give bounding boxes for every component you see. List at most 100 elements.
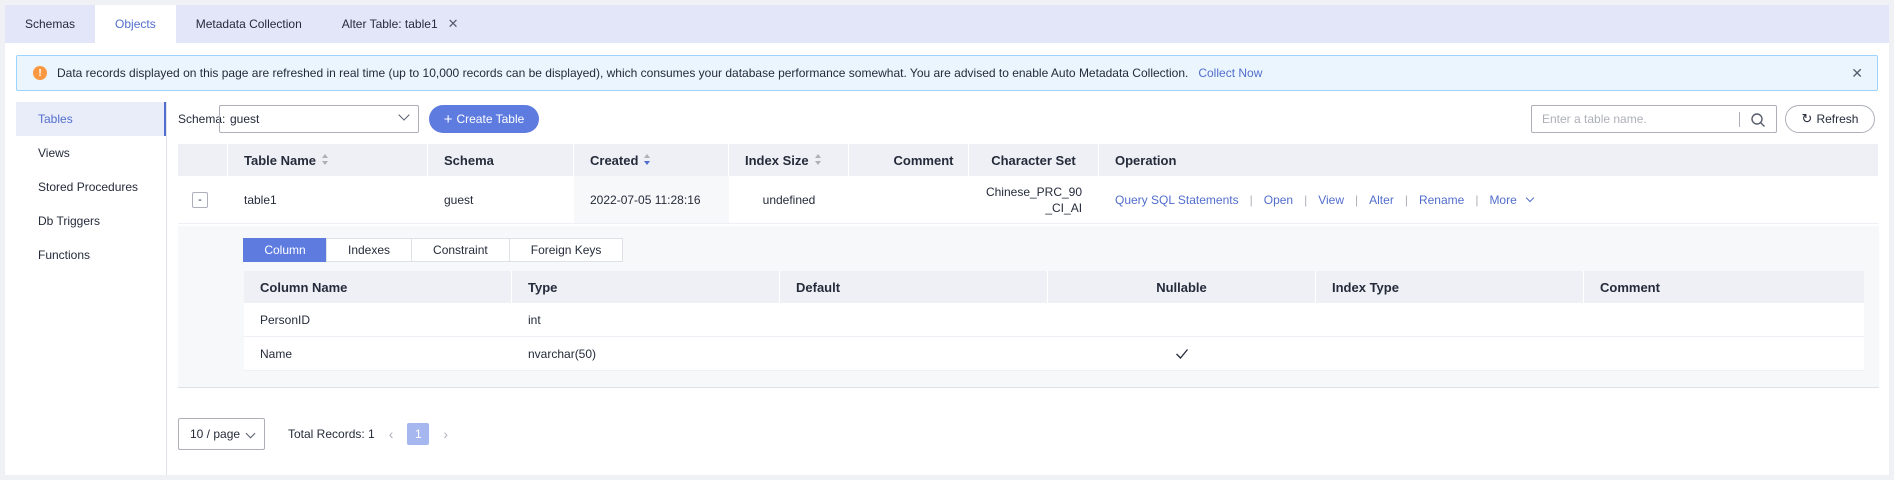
- column-header-character-set: Character Set: [969, 144, 1099, 176]
- header-label: Index Size: [745, 152, 809, 168]
- header-label: Created: [590, 152, 639, 168]
- index-size-value: undefined: [762, 192, 816, 207]
- column-header-default: Default: [780, 271, 1048, 303]
- column-header-created[interactable]: Created: [574, 144, 729, 176]
- close-icon[interactable]: ✕: [1851, 65, 1863, 82]
- schema-select-value: guest: [230, 112, 260, 126]
- sort-icon[interactable]: [322, 154, 329, 166]
- cell-type: nvarchar(50): [528, 346, 597, 361]
- tab-label: Column: [264, 243, 306, 257]
- header-label: Comment: [893, 152, 954, 168]
- schema-select[interactable]: guest: [219, 105, 419, 133]
- view-link[interactable]: View: [1318, 193, 1344, 207]
- cell-index-size: undefined: [729, 176, 849, 223]
- cell-default: [780, 337, 1048, 370]
- column-header-comment: Comment: [849, 144, 969, 176]
- info-notice: ! Data records displayed on this page ar…: [16, 55, 1878, 91]
- search-icon[interactable]: [1750, 112, 1766, 128]
- page-size-select[interactable]: 10 / page: [178, 418, 265, 450]
- app-frame: Schemas Objects Metadata Collection Alte…: [5, 5, 1889, 475]
- plus-icon: +: [443, 110, 453, 128]
- sidebar-item-label: Tables: [38, 112, 73, 126]
- sidebar-item-tables[interactable]: Tables: [16, 102, 166, 136]
- sidebar-item-label: Stored Procedures: [38, 180, 139, 194]
- cell-default: [780, 303, 1048, 336]
- search-divider: [1739, 112, 1740, 127]
- collapse-row-button[interactable]: -: [192, 191, 208, 208]
- column-header-type: Type: [512, 271, 780, 303]
- table-detail-panel: Column Indexes Constraint Foreign Keys C…: [178, 226, 1879, 388]
- charset-value: Chinese_PRC_90 _CI_AI: [986, 184, 1082, 216]
- table-search-input[interactable]: [1542, 112, 1742, 126]
- refresh-button[interactable]: ↻ Refresh: [1785, 105, 1875, 133]
- sidebar-item-label: Views: [38, 146, 70, 160]
- header-label: Schema: [444, 152, 494, 168]
- tab-label: Foreign Keys: [530, 243, 602, 257]
- chevron-down-icon: [245, 428, 256, 439]
- create-table-button[interactable]: + Create Table: [429, 105, 539, 133]
- separator: |: [1304, 192, 1308, 207]
- separator: |: [1475, 192, 1479, 207]
- alter-link[interactable]: Alter: [1369, 193, 1394, 207]
- cell-column-name: PersonID: [260, 312, 311, 327]
- expand-column-header: [178, 144, 228, 176]
- toolbar: Schema: guest + Create Table ↻ Refresh: [173, 105, 1883, 133]
- tab-metadata-collection[interactable]: Metadata Collection: [176, 5, 322, 43]
- cell-column-name: Name: [260, 346, 293, 361]
- more-dropdown[interactable]: More: [1489, 192, 1535, 207]
- tab-indexes[interactable]: Indexes: [326, 238, 413, 262]
- tab-constraint[interactable]: Constraint: [411, 238, 510, 262]
- prev-page-icon[interactable]: ‹: [389, 426, 394, 442]
- sidebar-item-views[interactable]: Views: [16, 136, 166, 170]
- query-sql-link[interactable]: Query SQL Statements: [1115, 193, 1239, 207]
- sidebar-item-functions[interactable]: Functions: [16, 238, 166, 272]
- cell-nullable: [1048, 303, 1316, 336]
- column-row: PersonID int: [244, 303, 1864, 337]
- next-page-icon[interactable]: ›: [443, 426, 448, 442]
- tab-foreign-keys[interactable]: Foreign Keys: [508, 238, 624, 262]
- more-label: More: [1489, 192, 1517, 207]
- column-header-table-name[interactable]: Table Name: [228, 144, 428, 176]
- tab-label: Constraint: [433, 243, 488, 257]
- cell-comment: [1584, 337, 1852, 370]
- tab-column[interactable]: Column: [243, 238, 327, 262]
- collect-now-link[interactable]: Collect Now: [1198, 66, 1262, 80]
- detail-tab-bar: Column Indexes Constraint Foreign Keys: [243, 238, 624, 262]
- expand-cell: -: [178, 176, 228, 223]
- close-icon[interactable]: ✕: [448, 16, 459, 32]
- cell-comment: [849, 176, 969, 223]
- page-size-value: 10 / page: [190, 427, 241, 441]
- header-label: Character Set: [991, 152, 1076, 168]
- tab-label: Metadata Collection: [195, 17, 302, 31]
- cell-character-set: Chinese_PRC_90 _CI_AI: [969, 176, 1099, 223]
- separator: |: [1249, 192, 1253, 207]
- tables-grid: Table Name Schema Created Index Size Com…: [178, 144, 1879, 224]
- sidebar-item-stored-procedures[interactable]: Stored Procedures: [16, 170, 166, 204]
- cell-table-name: table1: [244, 192, 277, 207]
- page-number-button[interactable]: 1: [407, 423, 430, 445]
- chevron-down-icon: [398, 109, 410, 121]
- tab-objects[interactable]: Objects: [95, 5, 176, 43]
- sidebar-item-db-triggers[interactable]: Db Triggers: [16, 204, 166, 238]
- checkmark-icon: [1176, 348, 1189, 359]
- tab-schemas[interactable]: Schemas: [5, 5, 95, 43]
- sort-icon[interactable]: [644, 154, 651, 166]
- rename-link[interactable]: Rename: [1419, 193, 1464, 207]
- tables-grid-header: Table Name Schema Created Index Size Com…: [178, 144, 1879, 176]
- sort-icon[interactable]: [814, 154, 822, 166]
- column-header-index-size[interactable]: Index Size: [729, 144, 849, 176]
- sidebar-item-label: Db Triggers: [38, 214, 101, 228]
- tab-label: Alter Table: table1: [341, 17, 438, 31]
- tab-label: Schemas: [25, 17, 76, 31]
- main-content: Schema: guest + Create Table ↻ Refresh: [173, 102, 1883, 475]
- column-header-comment: Comment: [1600, 279, 1660, 295]
- tab-alter-table[interactable]: Alter Table: table1 ✕: [322, 5, 479, 43]
- object-type-sidebar: Tables Views Stored Procedures Db Trigge…: [16, 102, 167, 475]
- open-link[interactable]: Open: [1264, 193, 1293, 207]
- header-label: Table Name: [244, 152, 317, 168]
- column-header-operation: Operation: [1099, 144, 1879, 176]
- sidebar-item-label: Functions: [38, 248, 91, 262]
- columns-grid: Column Name Type Default Nullable Index …: [244, 271, 1864, 371]
- separator: |: [1355, 192, 1359, 207]
- header-label: Operation: [1115, 152, 1177, 168]
